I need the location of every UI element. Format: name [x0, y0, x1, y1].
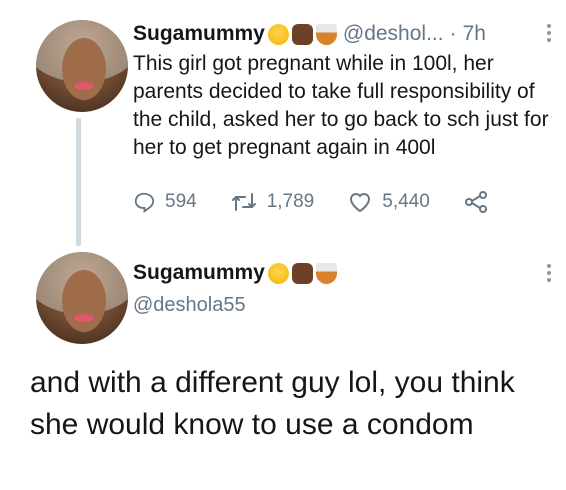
- tweet-header: Sugamummy @deshol... · 7h: [133, 20, 553, 48]
- retweet-count: 1,789: [266, 191, 315, 212]
- separator-dot: ·: [449, 22, 457, 45]
- avatar[interactable]: [36, 20, 128, 112]
- timestamp[interactable]: 7h: [463, 22, 486, 46]
- reply-icon: [134, 192, 155, 213]
- parent-tweet[interactable]: Sugamummy @deshol... · 7h This girl got …: [0, 0, 566, 250]
- retweet-button[interactable]: 1,789: [231, 191, 315, 213]
- display-name[interactable]: Sugamummy: [133, 261, 265, 285]
- noodle-bowl-emoji-icon: [315, 262, 337, 284]
- avatar-face: [62, 270, 106, 332]
- thread-line: [76, 118, 81, 246]
- tweet-actions: 594 1,789 5,440: [133, 188, 532, 216]
- reply-tweet-text: and with a different guy lol, you think …: [30, 366, 515, 441]
- user-handle[interactable]: @deshola55: [133, 294, 246, 317]
- drooling-face-emoji-icon: [267, 262, 289, 284]
- share-button[interactable]: [464, 191, 498, 213]
- fist-emoji-icon: [291, 262, 313, 284]
- fist-emoji-icon: [291, 23, 313, 45]
- reply-button[interactable]: 594: [133, 191, 197, 213]
- avatar-face: [62, 38, 106, 100]
- drooling-face-emoji-icon: [267, 23, 289, 45]
- like-count: 5,440: [382, 191, 430, 212]
- like-button[interactable]: 5,440: [348, 191, 430, 213]
- user-handle[interactable]: @deshol...: [343, 22, 444, 46]
- more-options-icon[interactable]: [546, 24, 552, 44]
- share-icon: [464, 191, 487, 213]
- reply-count: 594: [165, 191, 197, 212]
- reply-header: Sugamummy: [133, 258, 533, 288]
- more-options-icon[interactable]: [546, 264, 552, 284]
- display-name[interactable]: Sugamummy: [133, 22, 265, 46]
- retweet-icon: [231, 193, 256, 211]
- like-icon: [350, 193, 371, 212]
- avatar-lips: [74, 82, 94, 90]
- noodle-bowl-emoji-icon: [315, 23, 337, 45]
- tweet-text: This girl got pregnant while in 100l, he…: [133, 52, 549, 159]
- avatar[interactable]: [36, 252, 128, 344]
- avatar-lips: [74, 314, 94, 322]
